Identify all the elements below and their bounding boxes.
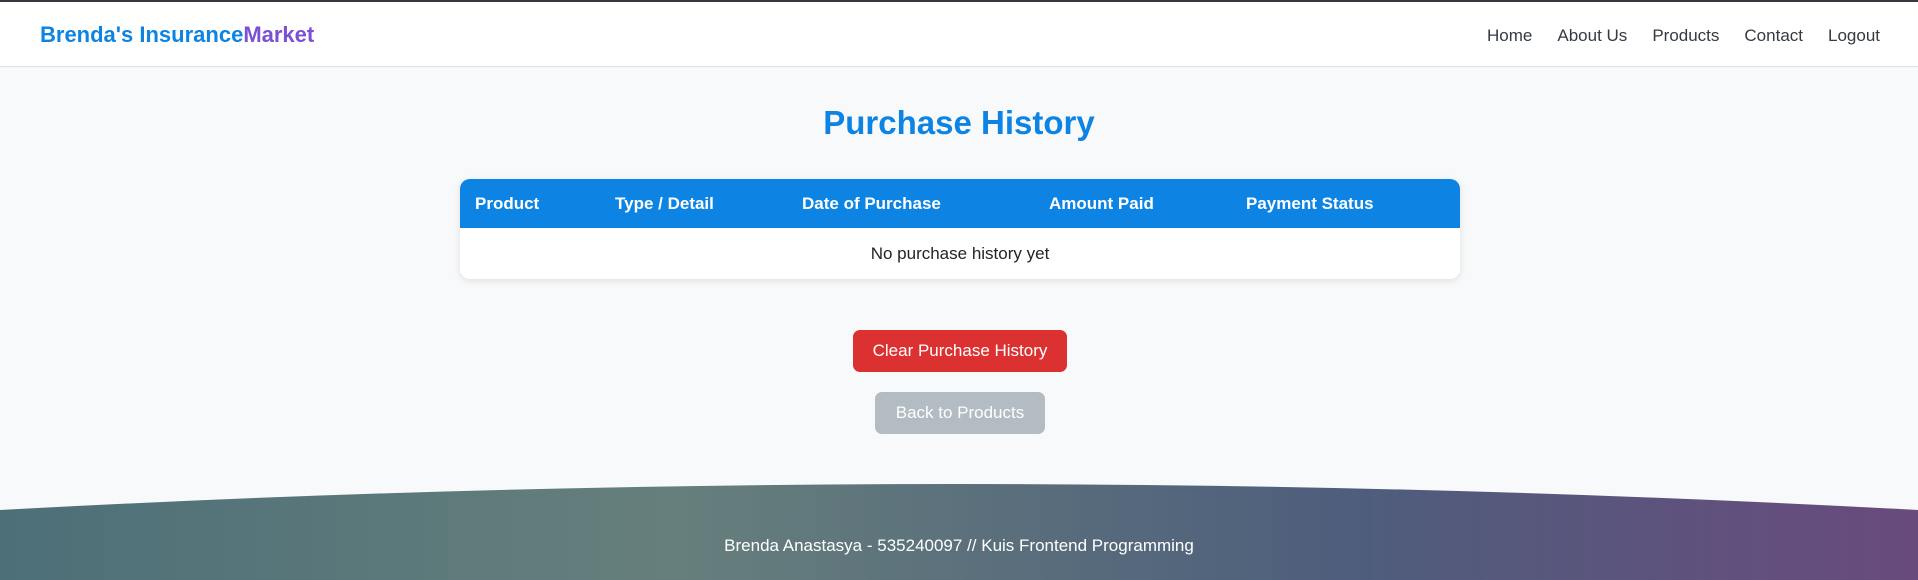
footer: Brenda Anastasya - 535240097 // Kuis Fro…: [0, 480, 1918, 580]
nav-link-logout[interactable]: Logout: [1828, 25, 1880, 47]
table-header-row: Product Type / Detail Date of Purchase A…: [460, 179, 1460, 228]
clear-purchase-history-button[interactable]: Clear Purchase History: [853, 330, 1067, 372]
table-row: No purchase history yet: [460, 228, 1460, 279]
nav-link-about-us[interactable]: About Us: [1557, 25, 1627, 47]
purchase-history-table: Product Type / Detail Date of Purchase A…: [460, 179, 1460, 279]
table-header: Product Type / Detail Date of Purchase A…: [460, 179, 1460, 228]
column-header-product: Product: [475, 193, 540, 213]
table-body: No purchase history yet: [460, 228, 1460, 279]
navbar: Brenda's InsuranceMarket Home About Us P…: [0, 2, 1918, 67]
purchase-history-table-card: Product Type / Detail Date of Purchase A…: [460, 179, 1460, 279]
footer-text: Brenda Anastasya - 535240097 // Kuis Fro…: [724, 536, 1194, 555]
empty-history-message: No purchase history yet: [870, 243, 1050, 263]
nav-link-home[interactable]: Home: [1487, 25, 1532, 47]
column-header-date-of-purchase: Date of Purchase: [802, 193, 941, 213]
brand-text-accent: Market: [243, 22, 315, 47]
column-header-type-detail: Type / Detail: [615, 193, 714, 213]
back-to-products-button[interactable]: Back to Products: [875, 392, 1045, 434]
nav-links: Home About Us Products Contact Logout: [1487, 25, 1880, 47]
footer-wave-background: [0, 484, 1918, 580]
column-header-amount-paid: Amount Paid: [1049, 193, 1154, 213]
brand-logo[interactable]: Brenda's InsuranceMarket: [40, 22, 314, 48]
page-title: Purchase History: [823, 104, 1095, 141]
nav-link-products[interactable]: Products: [1652, 25, 1719, 47]
column-header-payment-status: Payment Status: [1246, 193, 1374, 213]
nav-link-contact[interactable]: Contact: [1744, 25, 1803, 47]
brand-text-primary: Brenda's Insurance: [40, 22, 244, 47]
